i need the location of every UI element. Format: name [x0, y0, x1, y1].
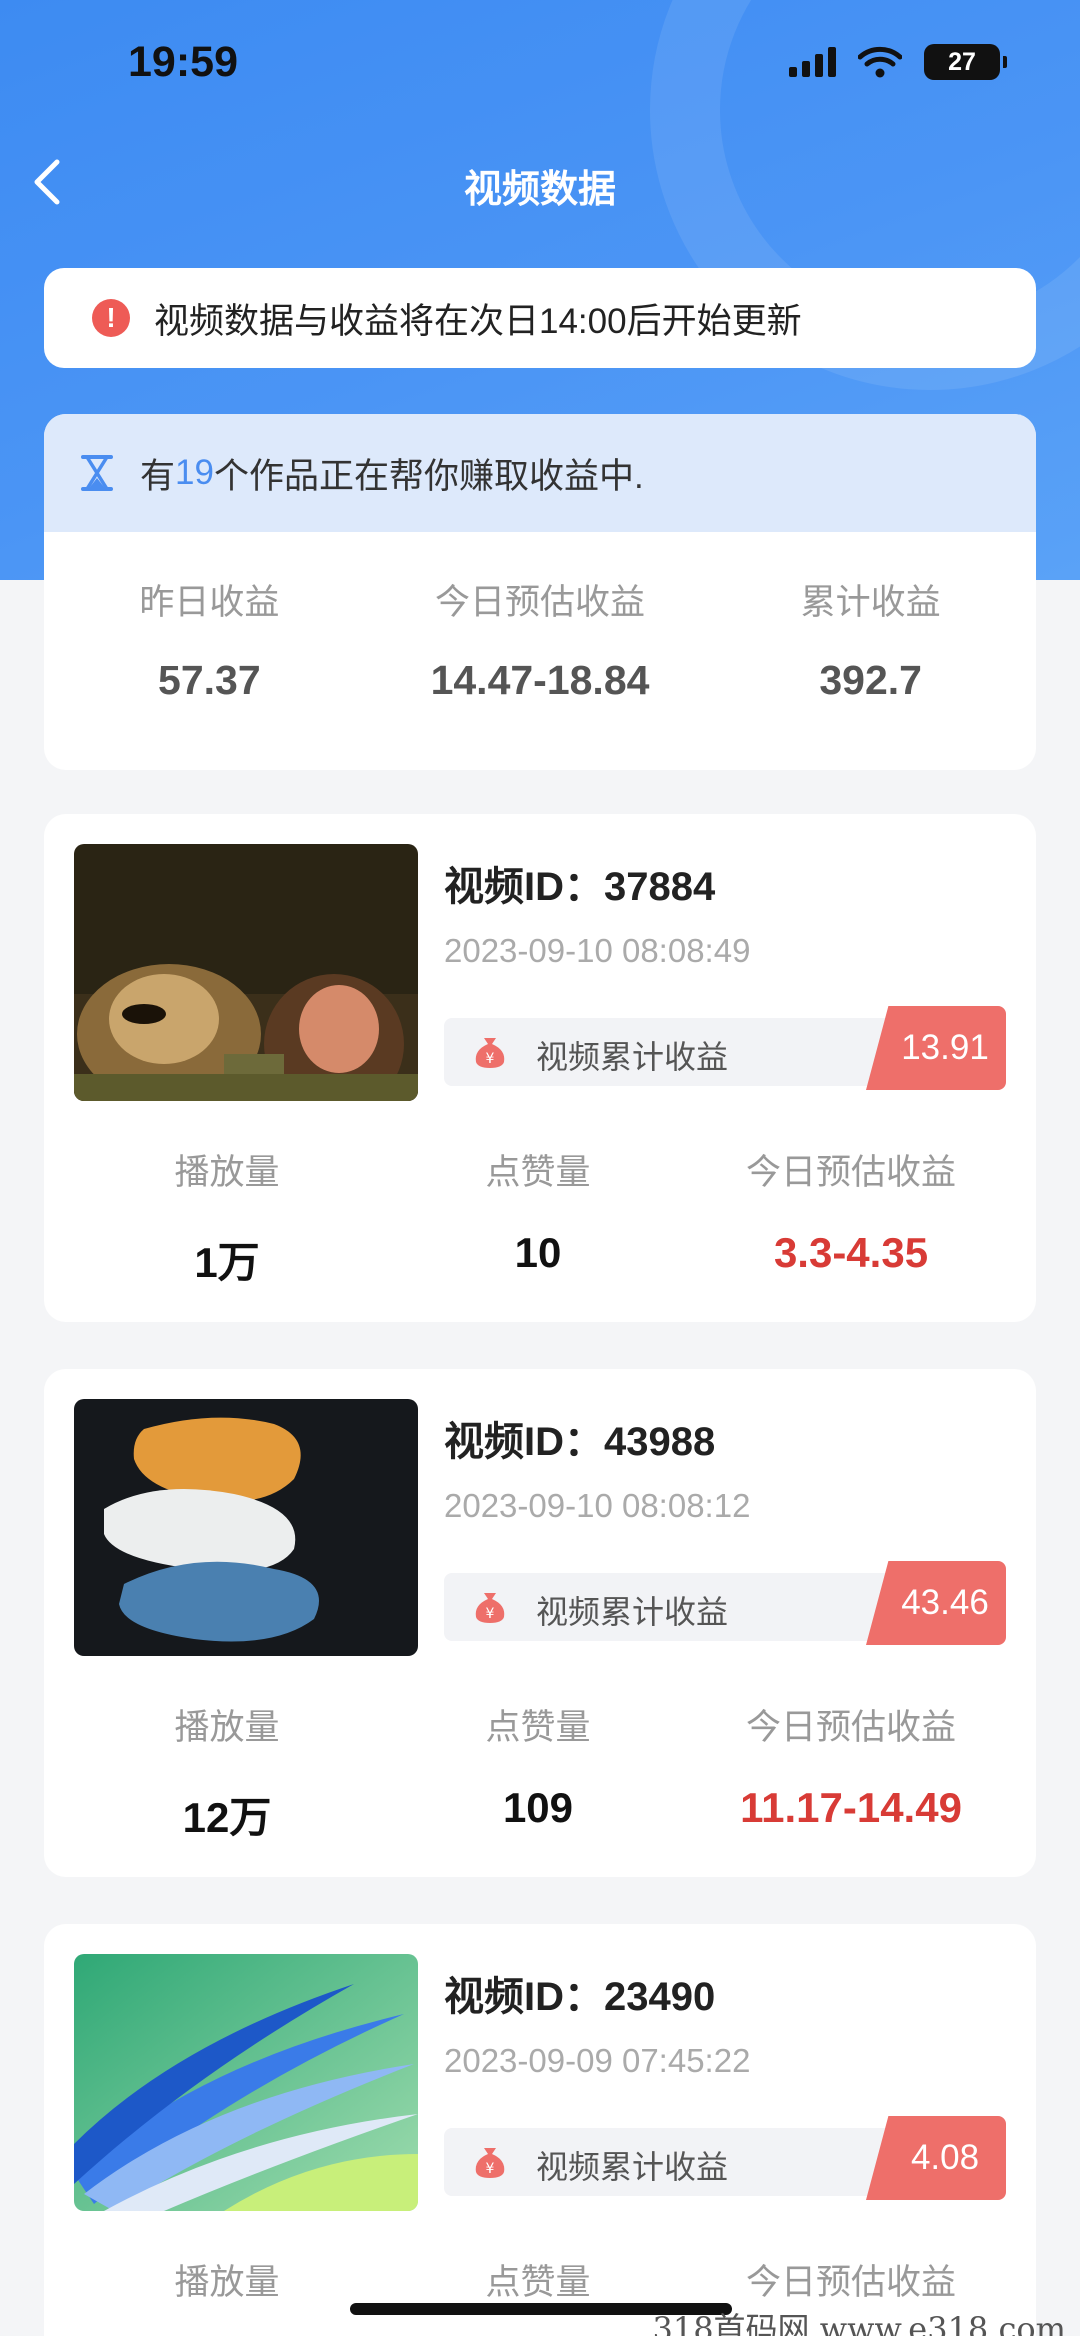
earn-label: 今日预估收益: [435, 583, 646, 622]
earnings-row: 昨日收益 57.37 今日预估收益 14.47-18.84 累计收益 392.7: [44, 532, 1036, 770]
video-stats: 播放量 点赞量 今日预估收益: [44, 2254, 1036, 2305]
stat-value: 12万: [182, 1794, 272, 1841]
earn-value: 392.7: [819, 657, 922, 703]
stat-label: 播放量: [174, 2263, 280, 2302]
earnings-summary-header: 有 19 个作品正在帮你赚取收益中.: [44, 414, 1036, 532]
status-time: 19:59: [128, 38, 238, 86]
stat-label: 今日预估收益: [745, 1708, 956, 1747]
earn-label: 累计收益: [800, 583, 941, 622]
plays-stat: 播放量 1万: [44, 1144, 410, 1290]
video-total-earnings: ¥ 视频累计收益 4.08: [444, 2116, 1006, 2200]
video-thumbnail[interactable]: [74, 1954, 418, 2211]
update-notice: ! 视频数据与收益将在次日14:00后开始更新: [44, 268, 1036, 368]
earnings-tag-label: 视频累计收益: [536, 2149, 729, 2185]
stat-label: 点赞量: [485, 1708, 591, 1747]
total-earnings: 累计收益 392.7: [705, 532, 1036, 770]
earnings-tag-label: 视频累计收益: [536, 1594, 729, 1630]
stat-value: 1万: [194, 1239, 260, 1286]
stat-value: 109: [502, 1784, 574, 1831]
today-estimate-stat: 今日预估收益: [666, 2254, 1036, 2305]
signal-icon: [789, 47, 836, 77]
plays-stat: 播放量: [44, 2254, 410, 2305]
likes-stat: 点赞量: [410, 2254, 666, 2305]
video-card[interactable]: 视频ID：37884 2023-09-10 08:08:49 ¥ 视频累计收益 …: [44, 814, 1036, 1322]
video-total-earnings: ¥ 视频累计收益 13.91: [444, 1006, 1006, 1090]
earnings-summary-card: 有 19 个作品正在帮你赚取收益中. 昨日收益 57.37 今日预估收益 14.47…: [44, 414, 1036, 770]
summary-prefix: 有: [140, 456, 176, 496]
today-estimate-stat: 今日预估收益 3.3-4.35: [666, 1144, 1036, 1290]
earn-value: 14.47-18.84: [430, 657, 650, 703]
video-id-title: 视频ID：43988: [444, 1420, 716, 1464]
earn-value: 57.37: [158, 657, 261, 703]
svg-text:¥: ¥: [486, 1606, 495, 1622]
stat-value: 11.17-14.49: [740, 1784, 962, 1831]
battery-icon: 27: [924, 44, 1007, 80]
stat-label: 今日预估收益: [745, 2263, 956, 2302]
money-bag-icon: ¥: [475, 1593, 505, 1623]
wifi-icon: [858, 46, 902, 78]
video-total-earnings: ¥ 视频累计收益 43.46: [444, 1561, 1006, 1645]
stat-value: 3.3-4.35: [773, 1229, 929, 1276]
nav-bar: 视频数据: [0, 140, 1080, 220]
video-card[interactable]: 视频ID：43988 2023-09-10 08:08:12 ¥ 视频累计收益 …: [44, 1369, 1036, 1877]
video-stats: 播放量 1万 点赞量 10 今日预估收益 3.3-4.35: [44, 1144, 1036, 1290]
stat-label: 点赞量: [485, 1153, 591, 1192]
earnings-tag-value: 4.08: [866, 2116, 1006, 2200]
plays-stat: 播放量 12万: [44, 1699, 410, 1845]
money-bag-icon: ¥: [475, 2148, 505, 2178]
yesterday-earnings: 昨日收益 57.37: [44, 532, 375, 770]
summary-suffix: 个作品正在帮你赚取收益中.: [213, 456, 644, 496]
video-stats: 播放量 12万 点赞量 109 今日预估收益 11.17-14.49: [44, 1699, 1036, 1845]
page-title: 视频数据: [463, 169, 616, 211]
watermark-text: 318首码网 www.e318.com: [652, 2310, 1066, 2336]
video-date: 2023-09-10 08:08:49: [444, 932, 751, 969]
earn-label: 昨日收益: [139, 583, 280, 622]
status-icons: 27: [789, 44, 1007, 80]
video-thumbnail[interactable]: [74, 1399, 418, 1656]
today-estimate-stat: 今日预估收益 11.17-14.49: [666, 1699, 1036, 1845]
hourglass-icon: [81, 455, 113, 491]
stat-label: 播放量: [174, 1708, 280, 1747]
stat-value: 10: [514, 1229, 562, 1276]
likes-stat: 点赞量 10: [410, 1144, 666, 1290]
notice-text: 视频数据与收益将在次日14:00后开始更新: [154, 301, 802, 341]
today-estimated-earnings: 今日预估收益 14.47-18.84: [375, 532, 706, 770]
video-date: 2023-09-09 07:45:22: [444, 2042, 751, 2079]
svg-text:¥: ¥: [486, 2161, 495, 2177]
video-card[interactable]: 视频ID：23490 2023-09-09 07:45:22 ¥ 视频累计收益 …: [44, 1924, 1036, 2336]
money-bag-icon: ¥: [475, 1038, 505, 1068]
stat-label: 播放量: [174, 1153, 280, 1192]
svg-text:¥: ¥: [486, 1051, 495, 1067]
earnings-tag-value: 43.46: [866, 1561, 1006, 1645]
video-id-title: 视频ID：23490: [444, 1975, 716, 2019]
stat-label: 今日预估收益: [745, 1153, 956, 1192]
warning-icon: !: [92, 299, 130, 337]
earnings-tag-label: 视频累计收益: [536, 1039, 729, 1075]
video-date: 2023-09-10 08:08:12: [444, 1487, 751, 1524]
earnings-tag-value: 13.91: [866, 1006, 1006, 1090]
likes-stat: 点赞量 109: [410, 1699, 666, 1845]
works-count: 19: [175, 453, 214, 492]
stat-label: 点赞量: [485, 2263, 591, 2302]
video-thumbnail[interactable]: [74, 844, 418, 1101]
video-id-title: 视频ID：37884: [444, 865, 716, 909]
